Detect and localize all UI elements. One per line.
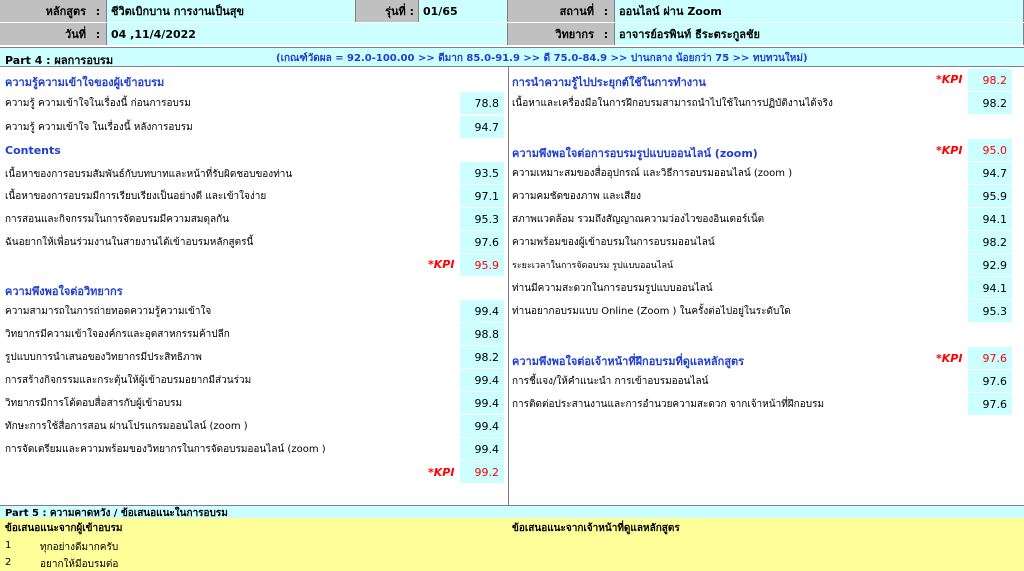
date-value: 04 ,11/4/2022 (106, 23, 508, 45)
score-cell: 97.6 (968, 370, 1012, 392)
list-item: วิทยากรมีความเข้าใจองค์กรและอุตสาหกรรมค้… (5, 328, 230, 340)
kpi-label: *KPI (936, 144, 963, 157)
list-item: ทักษะการใช้สื่อการสอน ผ่านโปรแกรมออนไลน์… (5, 420, 248, 432)
score-cell: 98.2 (968, 231, 1012, 253)
score-cell: 97.1 (460, 185, 504, 207)
score-cell: 98.2 (460, 346, 504, 368)
kpi-value: 99.2 (460, 461, 504, 483)
knowledge-section-title: ความรู้ความเข้าใจของผู้เข้าอบรม (5, 76, 165, 89)
kpi-value: 97.6 (968, 347, 1012, 369)
score-cell: 95.3 (460, 208, 504, 230)
header-row-1: หลักสูตร : ชีวิตเบิกบาน การงานเป็นสุข รุ… (0, 0, 1024, 22)
part4-bar: Part 4 : ผลการอบรม (เกณฑ์วัดผล = 92.0-10… (0, 47, 1024, 67)
list-item: ฉันอยากให้เพื่อนร่วมงานในสายงานได้เข้าอบ… (5, 236, 254, 248)
score-cell: 95.3 (968, 300, 1012, 322)
score-cell: 99.4 (460, 415, 504, 437)
course-label: หลักสูตร (0, 0, 90, 22)
kpi-value: 95.9 (460, 254, 504, 276)
list-item: สภาพแวดล้อม รวมถึงสัญญาณความว่องไวของอิน… (512, 213, 765, 225)
score-cell: 99.4 (460, 300, 504, 322)
column-divider (508, 67, 509, 505)
score-cell: 99.4 (460, 392, 504, 414)
score-cell: 94.7 (968, 162, 1012, 184)
list-item: เนื้อหาของการอบรมสัมพันธ์กับบทบาทและหน้า… (5, 168, 293, 180)
score-cell: 94.1 (968, 208, 1012, 230)
list-item: ความสามารถในการถ่ายทอดความรู้ความเข้าใจ (5, 305, 212, 317)
batch-value: 01/65 (418, 0, 508, 22)
list-item: ความรู้ ความเข้าใจในเรื่องนี้ ก่อนการอบร… (5, 97, 191, 109)
part5-bar: Part 5 : ความคาดหวัง / ข้อเสนอแนะในการอบ… (0, 505, 1024, 519)
list-item: การติดต่อประสานงานและการอำนวยความสะดวก จ… (512, 398, 825, 410)
course-value: ชีวิตเบิกบาน การงานเป็นสุข (106, 0, 356, 22)
score-cell: 92.9 (968, 254, 1012, 276)
list-item: ท่านอยากอบรมแบบ Online (Zoom ) ในครั้งต่… (512, 305, 791, 317)
list-item: ความรู้ ความเข้าใจ ในเรื่องนี้ หลังการอบ… (5, 121, 193, 133)
date-colon: : (90, 23, 106, 45)
feedback-item: อยากให้มีอบรมต่อ (40, 559, 119, 570)
speaker-value: อาจารย์อรพินท์ ธีระตระกูลชัย (614, 23, 1024, 45)
participant-feedback-title: ข้อเสนอแนะจากผู้เข้าอบรม (5, 523, 123, 534)
score-cell: 98.2 (968, 92, 1012, 114)
kpi-label: *KPI (936, 352, 963, 365)
feedback-area: ข้อเสนอแนะจากผู้เข้าอบรม ข้อเสนอแนะจากเจ… (0, 518, 1024, 571)
list-item: เนื้อหาของการอบรมมีการเรียบเรียงเป็นอย่า… (5, 190, 267, 202)
speaker-label: วิทยากร (508, 23, 598, 45)
score-cell: 78.8 (460, 92, 504, 114)
online-section-title: ความพึงพอใจต่อการอบรมรูปแบบออนไลน์ (zoom… (512, 147, 758, 160)
list-item: การจัดเตรียมและความพร้อมของวิทยากรในการจ… (5, 443, 326, 455)
list-item: ความเหมาะสมของสื่ออุปกรณ์ และวิธีการอบรม… (512, 167, 793, 179)
score-cell: 94.1 (968, 277, 1012, 299)
batch-label: รุ่นที่ : (356, 0, 418, 22)
kpi-label: *KPI (936, 73, 963, 86)
kpi-value: 95.0 (968, 139, 1012, 161)
score-cell: 94.7 (460, 116, 504, 138)
list-item: รูปแบบการนำเสนอของวิทยากรมีประสิทธิภาพ (5, 351, 202, 363)
header-row-2: วันที่ : 04 ,11/4/2022 วิทยากร : อาจารย์… (0, 23, 1024, 45)
score-cell: 99.4 (460, 438, 504, 460)
score-cell: 95.9 (968, 185, 1012, 207)
staff-feedback-title: ข้อเสนอแนะจากเจ้าหน้าที่ดูแลหลักสูตร (512, 523, 680, 534)
list-item: ความพร้อมของผู้เข้าอบรมในการอบรมออนไลน์ (512, 236, 715, 248)
venue-label: สถานที่ (508, 0, 598, 22)
list-item: เนื้อหาและเครื่องมือในการฝึกอบรมสามารถนำ… (512, 97, 833, 109)
score-cell: 99.4 (460, 369, 504, 391)
venue-value: ออนไลน์ ผ่าน Zoom (614, 0, 1024, 22)
score-cell: 98.8 (460, 323, 504, 345)
feedback-number: 1 (5, 540, 12, 551)
kpi-label: *KPI (428, 466, 455, 479)
contents-section-title: Contents (5, 144, 61, 157)
list-item: การสร้างกิจกรรมและกระตุ้นให้ผู้เข้าอบรมอ… (5, 374, 252, 386)
score-cell: 97.6 (460, 231, 504, 253)
kpi-value: 98.2 (968, 69, 1012, 91)
part4-criteria: (เกณฑ์วัดผล = 92.0-100.00 >> ดีมาก 85.0-… (276, 53, 808, 64)
score-cell: 93.5 (460, 162, 504, 184)
kpi-label: *KPI (428, 258, 455, 271)
date-label: วันที่ (0, 23, 90, 45)
course-colon: : (90, 0, 106, 22)
list-item: ความคมชัดของภาพ และเสียง (512, 190, 641, 202)
list-item: ท่านมีความสะดวกในการอบรมรูปแบบออนไลน์ (512, 282, 713, 294)
list-item: ระยะเวลาในการจัดอบรม รูปแบบออนไลน์ (512, 261, 674, 271)
list-item: การสอนและกิจกรรมในการจัดอบรมมีความสมดุลก… (5, 213, 229, 225)
list-item: การชี้แจง/ให้คำแนะนำ การเข้าอบรมออนไลน์ (512, 375, 709, 387)
feedback-item: ทุกอย่างดีมากครับ (40, 542, 119, 553)
feedback-number: 2 (5, 557, 12, 568)
part4-title: Part 4 : ผลการอบรม (5, 54, 114, 67)
speaker-section-title: ความพึงพอใจต่อวิทยากร (5, 285, 123, 298)
list-item: วิทยากรมีการโต้ตอบสื่อสารกับผู้เข้าอบรม (5, 397, 183, 409)
venue-colon: : (598, 0, 614, 22)
apply-section-title: การนำความรู้ไปประยุกต์ใช้ในการทำงาน (512, 76, 706, 89)
speaker-colon: : (598, 23, 614, 45)
staff-section-title: ความพึงพอใจต่อเจ้าหน้าที่ฝึกอบรมที่ดูแลห… (512, 355, 745, 368)
score-cell: 97.6 (968, 393, 1012, 415)
